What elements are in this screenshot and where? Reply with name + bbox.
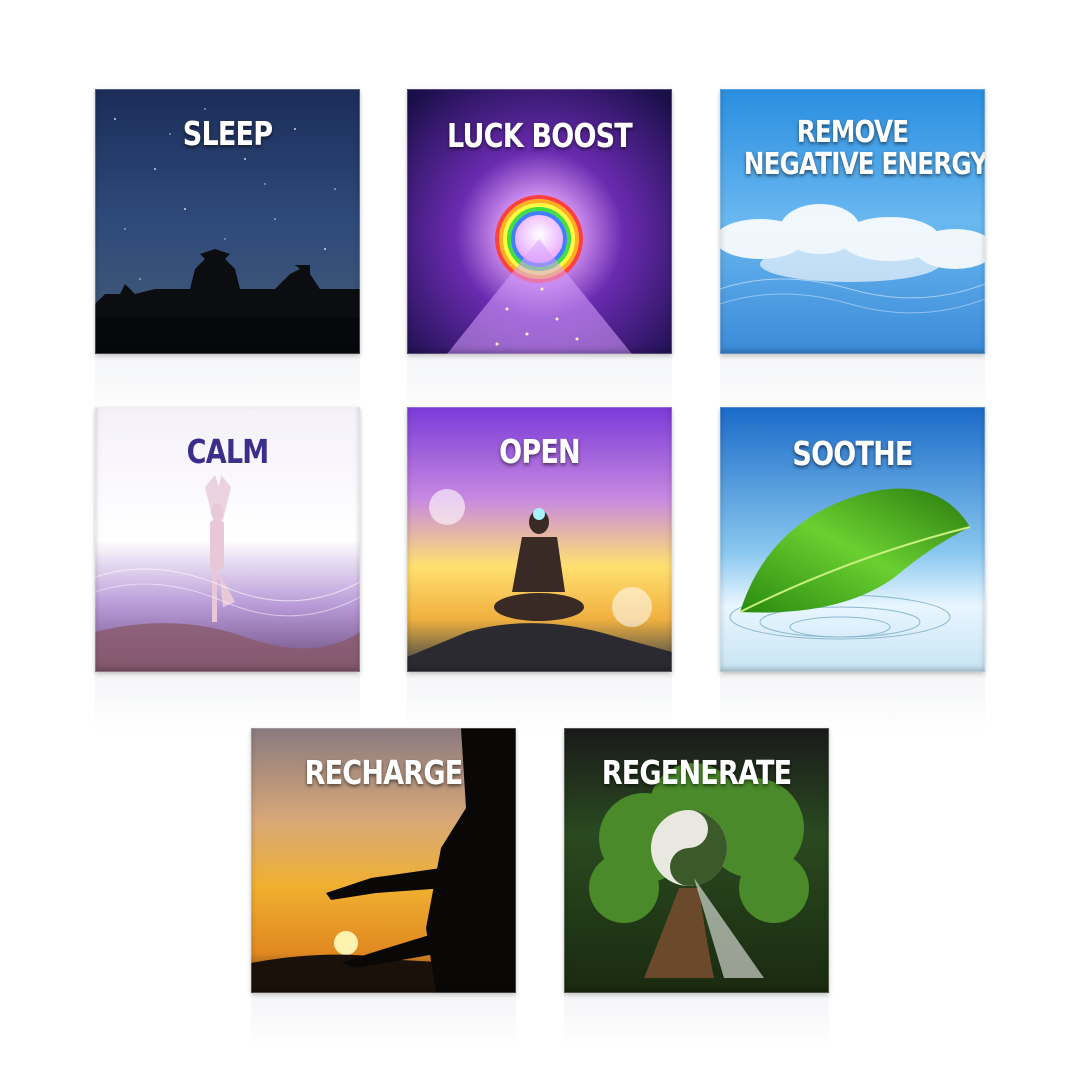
calm-reflection bbox=[95, 674, 360, 734]
open-reflection bbox=[407, 674, 672, 734]
sleep-tile[interactable]: SLEEP bbox=[95, 89, 360, 354]
luck-boost-label: LUCK BOOST bbox=[447, 116, 633, 155]
calm-label: CALM bbox=[186, 432, 270, 471]
soothe-reflection bbox=[720, 674, 985, 734]
sleep-label: SLEEP bbox=[182, 114, 273, 153]
regenerate-label: REGENERATE bbox=[601, 753, 792, 792]
recharge-tile[interactable]: RECHARGE bbox=[251, 728, 516, 993]
remove-negative-energy-tile[interactable]: REMOVE NEGATIVE ENERGY bbox=[720, 89, 985, 354]
regenerate-reflection bbox=[564, 995, 829, 1045]
soothe-tile[interactable]: SOOTHE bbox=[720, 407, 985, 672]
open-label: OPEN bbox=[499, 432, 581, 471]
calm-tile[interactable]: CALM bbox=[95, 407, 360, 672]
recharge-reflection bbox=[251, 995, 516, 1045]
luck-boost-tile[interactable]: LUCK BOOST bbox=[407, 89, 672, 354]
soothe-label: SOOTHE bbox=[792, 434, 913, 473]
negative-energy-label-line2: NEGATIVE ENERGY bbox=[743, 147, 985, 182]
recharge-label: RECHARGE bbox=[304, 753, 464, 792]
regenerate-tile[interactable]: REGENERATE bbox=[564, 728, 829, 993]
open-tile[interactable]: OPEN bbox=[407, 407, 672, 672]
remove-label-line1: REMOVE bbox=[796, 115, 909, 150]
